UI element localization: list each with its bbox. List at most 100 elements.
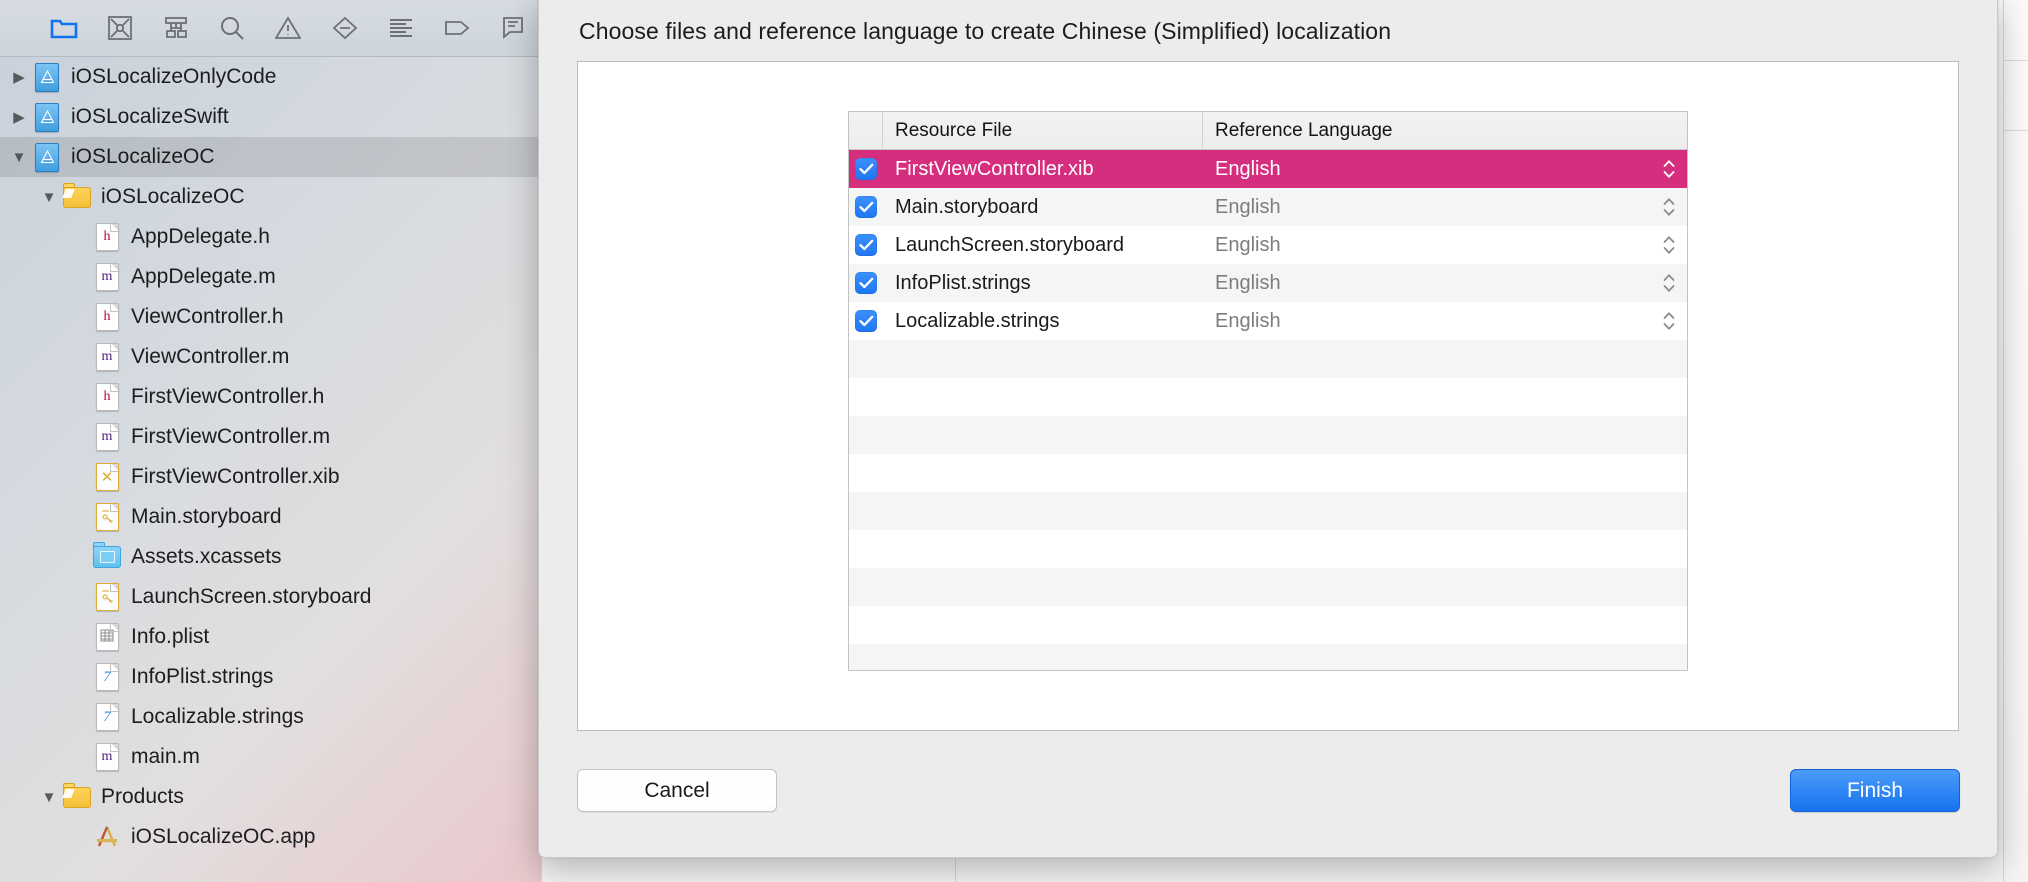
chevron-right-icon[interactable]: ▶ (6, 70, 32, 85)
table-row[interactable]: FirstViewController.xibEnglish (849, 150, 1687, 188)
table-row[interactable]: LaunchScreen.storyboard English (849, 226, 1687, 264)
objc-file-icon: m (96, 423, 119, 451)
finish-button[interactable]: Finish (1790, 769, 1960, 812)
xcodeproj-icon (35, 103, 59, 132)
navigator-row[interactable]: m FirstViewController.m (0, 417, 541, 457)
navigator-row[interactable]: hAppDelegate.h (0, 217, 541, 257)
resource-file-table[interactable]: Resource File Reference Language FirstVi… (848, 111, 1688, 671)
app-product-icon (93, 824, 121, 850)
navigator-row[interactable]: ▼ iOSLocalizeOC (0, 177, 541, 217)
breakpoint-tag-icon[interactable] (429, 8, 485, 48)
reference-language-value: English (1215, 158, 1281, 181)
navigator-row[interactable]: Main.storyboard (0, 497, 541, 537)
symbol-hierarchy-icon[interactable] (148, 8, 204, 48)
resource-file-name: LaunchScreen.storyboard (883, 234, 1203, 257)
navigator-row[interactable]: mmain.m (0, 737, 541, 777)
checkbox[interactable] (855, 310, 877, 332)
source-control-icon[interactable] (92, 8, 148, 48)
reference-language-popup[interactable]: English (1203, 232, 1687, 258)
navigator-row[interactable]: 7Localizable.strings (0, 697, 541, 737)
table-empty-row (849, 454, 1687, 492)
navigator-row[interactable]: ▼ Products (0, 777, 541, 817)
chevron-right-icon[interactable]: ▶ (6, 110, 32, 125)
objc-file-icon: m (92, 423, 122, 451)
xcodeproj-icon (35, 63, 59, 92)
reference-language-value: English (1215, 234, 1281, 257)
objc-file-icon: m (96, 743, 119, 771)
navigator-row-label: iOSLocalizeOC (71, 145, 215, 169)
chevron-updown-icon[interactable] (1661, 232, 1677, 258)
folder-icon (62, 187, 92, 208)
navigator-row[interactable]: ▶iOSLocalizeSwift (0, 97, 541, 137)
resource-file-name: Localizable.strings (883, 310, 1203, 333)
navigator-row[interactable]: ▶ iOSLocalizeOnlyCode (0, 57, 541, 97)
chevron-updown-icon[interactable] (1661, 156, 1677, 182)
reference-language-popup[interactable]: English (1203, 194, 1687, 220)
chevron-down-icon[interactable]: ▼ (36, 790, 62, 805)
navigator-row-label: Main.storyboard (131, 505, 282, 529)
report-message-icon[interactable] (485, 8, 541, 48)
navigator-row-label: iOSLocalizeOC (101, 185, 245, 209)
xcassets-icon (93, 546, 121, 568)
strings-file-icon: 7 (96, 703, 119, 731)
navigator-row-label: FirstViewController.m (131, 425, 330, 449)
storyboard-file-icon (92, 503, 122, 531)
table-row[interactable]: InfoPlist.stringsEnglish (849, 264, 1687, 302)
chevron-down-icon[interactable]: ▼ (36, 190, 62, 205)
reference-language-popup[interactable]: English (1203, 308, 1687, 334)
checkbox[interactable] (855, 234, 877, 256)
checkbox[interactable] (855, 196, 877, 218)
header-file-icon: h (96, 303, 119, 331)
navigator-row[interactable]: LaunchScreen.storyboard (0, 577, 541, 617)
app-product-icon (92, 824, 122, 850)
xcodeproj-icon (35, 143, 59, 172)
debug-list-icon[interactable] (373, 8, 429, 48)
navigator-row[interactable]: Info.plist (0, 617, 541, 657)
inspector-divider (2003, 60, 2028, 61)
objc-file-icon: m (96, 263, 119, 291)
cancel-button[interactable]: Cancel (577, 769, 777, 812)
header-file-icon: h (96, 383, 119, 411)
navigator-row[interactable]: 7InfoPlist.strings (0, 657, 541, 697)
folder-icon (62, 787, 92, 808)
xcodeproj-icon (32, 63, 62, 92)
project-file-list[interactable]: ▶ iOSLocalizeOnlyCode ▶iOSLocalizeSwift ▼ iO… (0, 57, 541, 882)
chevron-updown-icon[interactable] (1661, 308, 1677, 334)
navigator-row-label: AppDelegate.h (131, 225, 270, 249)
navigator-row-label: Info.plist (131, 625, 209, 649)
chevron-down-icon[interactable]: ▼ (6, 150, 32, 165)
navigator-row[interactable]: mViewController.m (0, 337, 541, 377)
navigator-row[interactable]: ▼ iOSLocalizeOC (0, 137, 541, 177)
navigator-row[interactable]: ✕FirstViewController.xib (0, 457, 541, 497)
folder-icon[interactable] (36, 8, 92, 48)
navigator-row[interactable]: hFirstViewController.h (0, 377, 541, 417)
navigator-row-label: Products (101, 785, 184, 809)
chevron-updown-icon[interactable] (1661, 194, 1677, 220)
warning-triangle-icon[interactable] (260, 8, 316, 48)
reference-language-popup[interactable]: English (1203, 270, 1687, 296)
checkbox[interactable] (855, 158, 877, 180)
navigator-row-label: iOSLocalizeOnlyCode (71, 65, 276, 89)
inspector-split-line (2003, 0, 2004, 882)
row-checkbox-cell (849, 196, 883, 218)
navigator-row[interactable]: iOSLocalizeOC.app (0, 817, 541, 857)
navigator-row-label: InfoPlist.strings (131, 665, 273, 689)
navigator-row[interactable]: hViewController.h (0, 297, 541, 337)
navigator-row-label: AppDelegate.m (131, 265, 276, 289)
test-diamond-icon[interactable] (317, 8, 373, 48)
search-icon[interactable] (204, 8, 260, 48)
xib-file-icon: ✕ (92, 463, 122, 491)
strings-file-icon: 7 (92, 703, 122, 731)
checkbox[interactable] (855, 272, 877, 294)
table-row[interactable]: Main.storyboardEnglish (849, 188, 1687, 226)
table-empty-row (849, 378, 1687, 416)
header-file-icon: h (92, 383, 122, 411)
reference-language-popup[interactable]: English (1203, 156, 1687, 182)
navigator-row[interactable]: Assets.xcassets (0, 537, 541, 577)
header-file-icon: h (92, 303, 122, 331)
folder-icon (63, 787, 91, 808)
navigator-row[interactable]: m AppDelegate.m (0, 257, 541, 297)
chevron-updown-icon[interactable] (1661, 270, 1677, 296)
storyboard-file-icon (96, 583, 119, 611)
table-row[interactable]: Localizable.stringsEnglish (849, 302, 1687, 340)
